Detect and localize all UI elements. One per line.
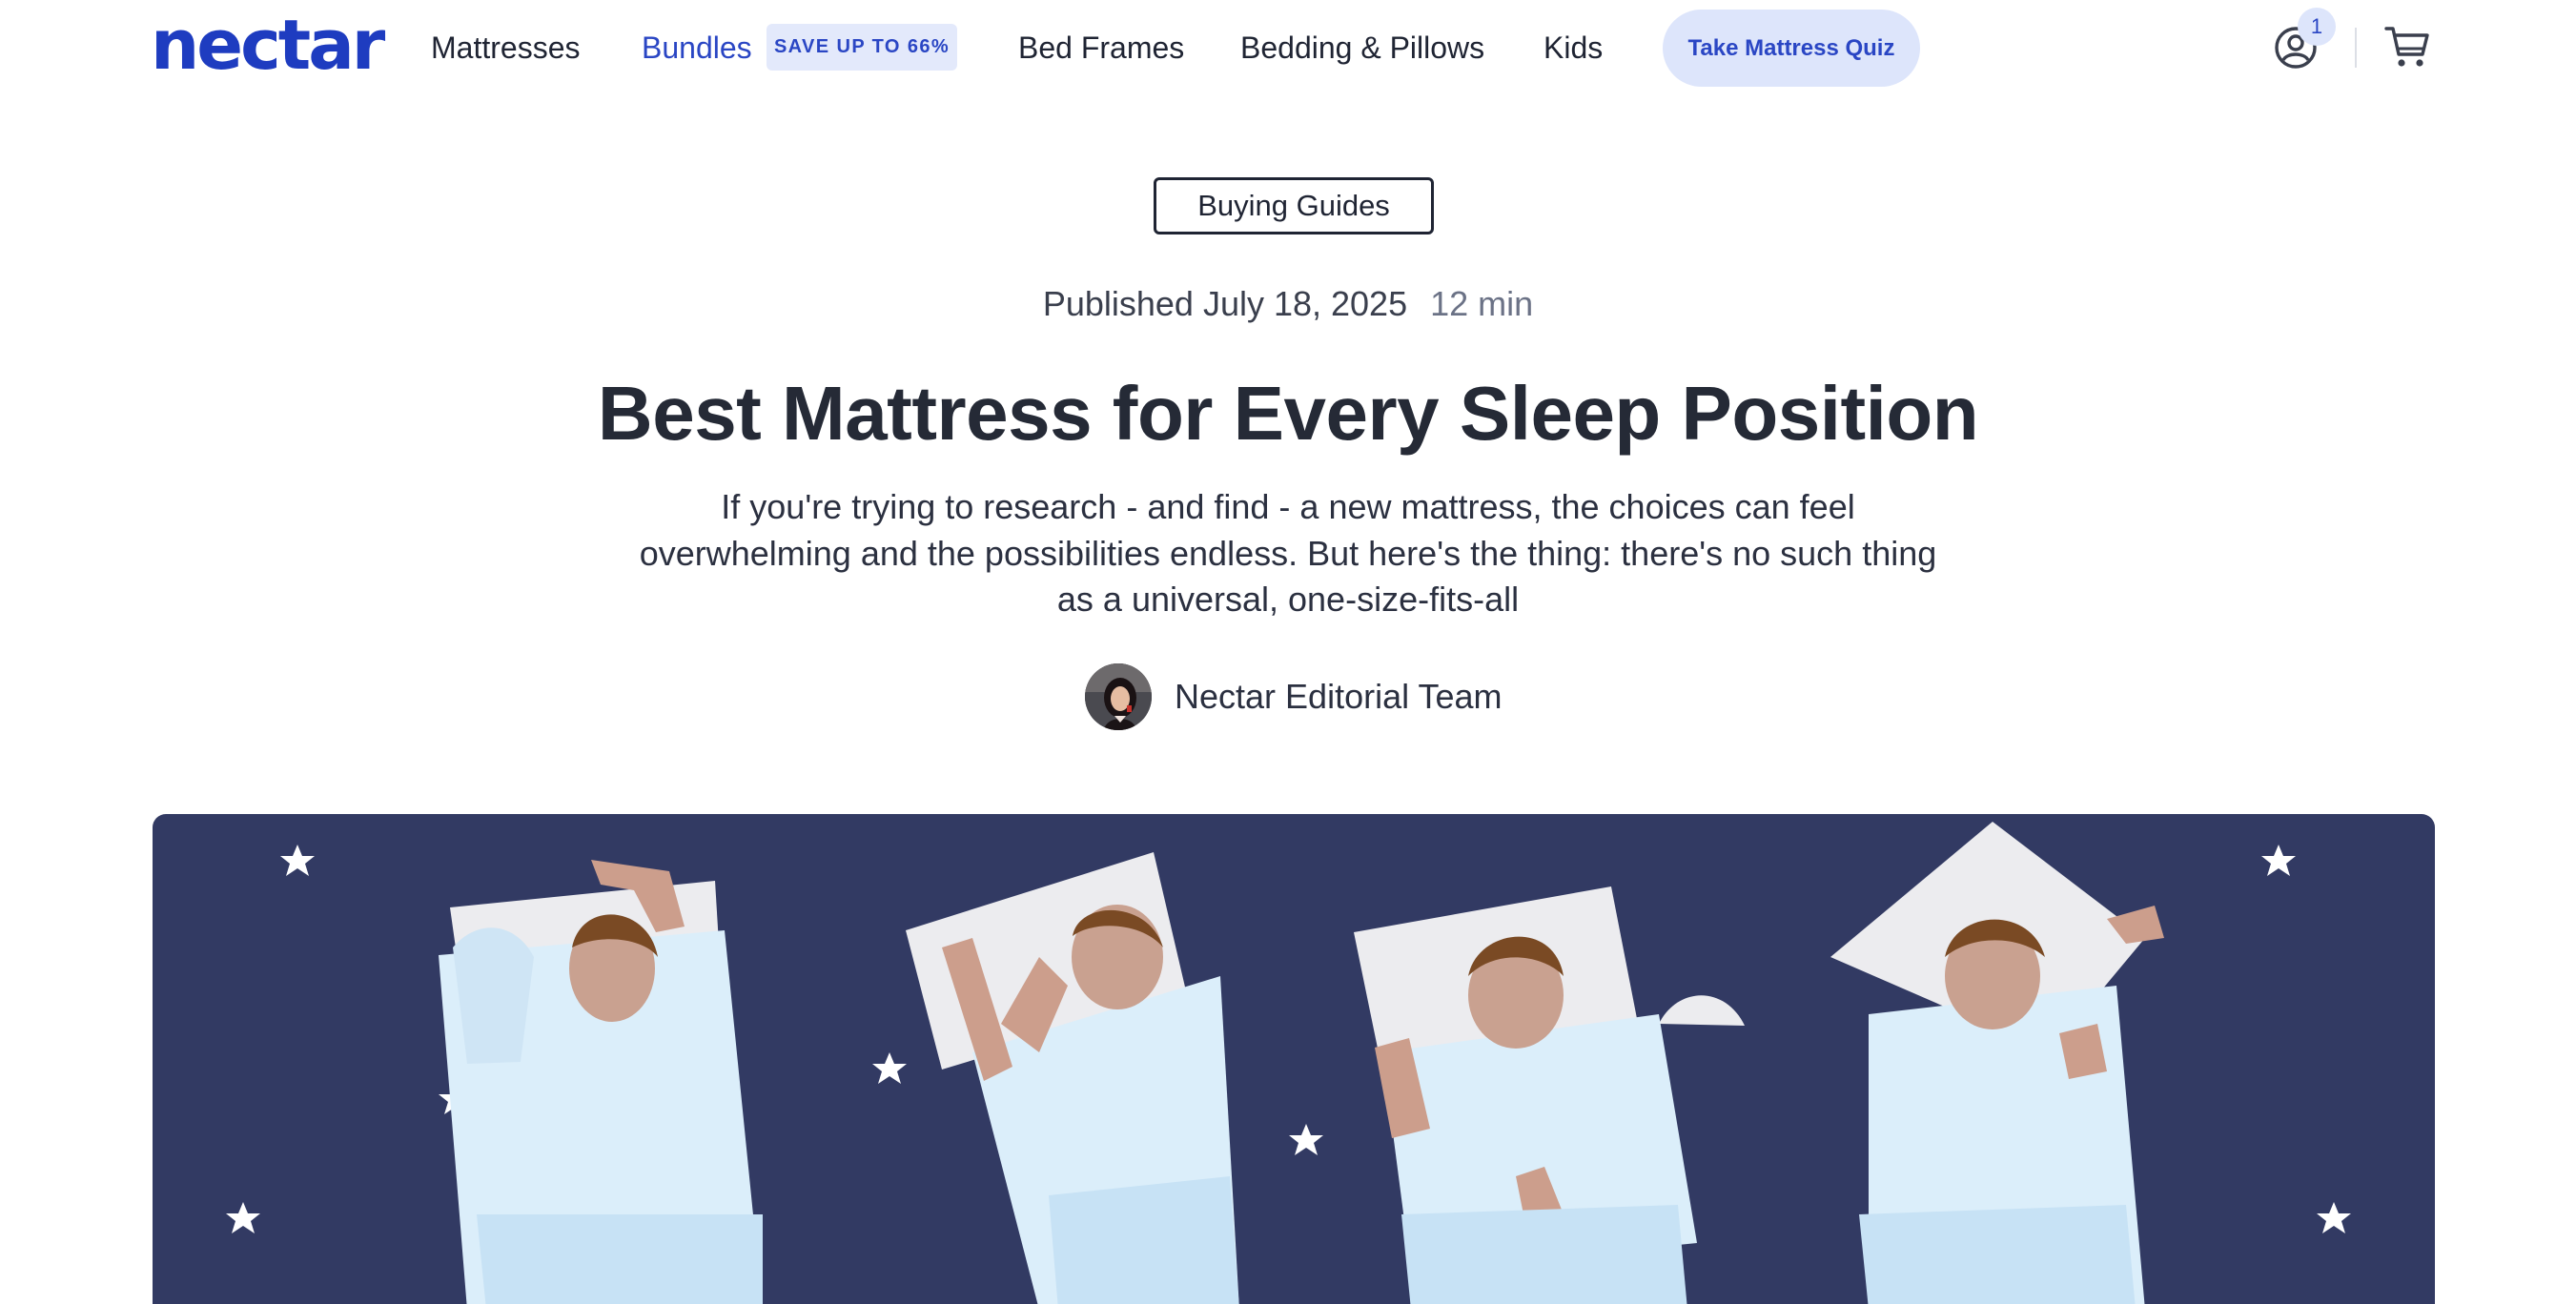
nav-bundles[interactable]: Bundles: [642, 25, 752, 71]
nav-bedding-pillows[interactable]: Bedding & Pillows: [1240, 25, 1484, 71]
curled-sleeper-figure: [1354, 886, 1745, 1304]
category-tag-buying-guides[interactable]: Buying Guides: [1154, 177, 1434, 234]
nectar-logo[interactable]: nectar: [151, 10, 385, 79]
bundles-sale-badge[interactable]: SAVE UP TO 66%: [767, 24, 957, 71]
site-header: nectar Mattresses Bundles SAVE UP TO 66%…: [0, 0, 2576, 95]
nav-kids[interactable]: Kids: [1544, 25, 1603, 71]
stomach-sleeper-figure: [1830, 822, 2164, 1304]
back-sleeper-figure: [439, 860, 763, 1304]
published-date: Published July 18, 2025: [1042, 284, 1408, 323]
article-meta: Published July 18, 2025 12 min: [0, 280, 2576, 328]
nav-bed-frames[interactable]: Bed Frames: [1018, 25, 1184, 71]
take-mattress-quiz-button[interactable]: Take Mattress Quiz: [1663, 10, 1920, 87]
article-intro: If you're trying to research - and find …: [639, 487, 1937, 619]
cart-icon[interactable]: [2383, 23, 2431, 71]
side-sleeper-figure: [906, 852, 1239, 1304]
read-time: 12 min: [1430, 284, 1534, 323]
article-title: Best Mattress for Every Sleep Position: [597, 371, 1979, 456]
nav-mattresses[interactable]: Mattresses: [431, 25, 580, 71]
header-divider: [2355, 28, 2357, 68]
account-notification-badge: 1: [2298, 8, 2336, 46]
hero-illustration: [153, 814, 2435, 1304]
author-name[interactable]: Nectar Editorial Team: [1175, 673, 1502, 721]
author-avatar: [1085, 663, 1152, 730]
